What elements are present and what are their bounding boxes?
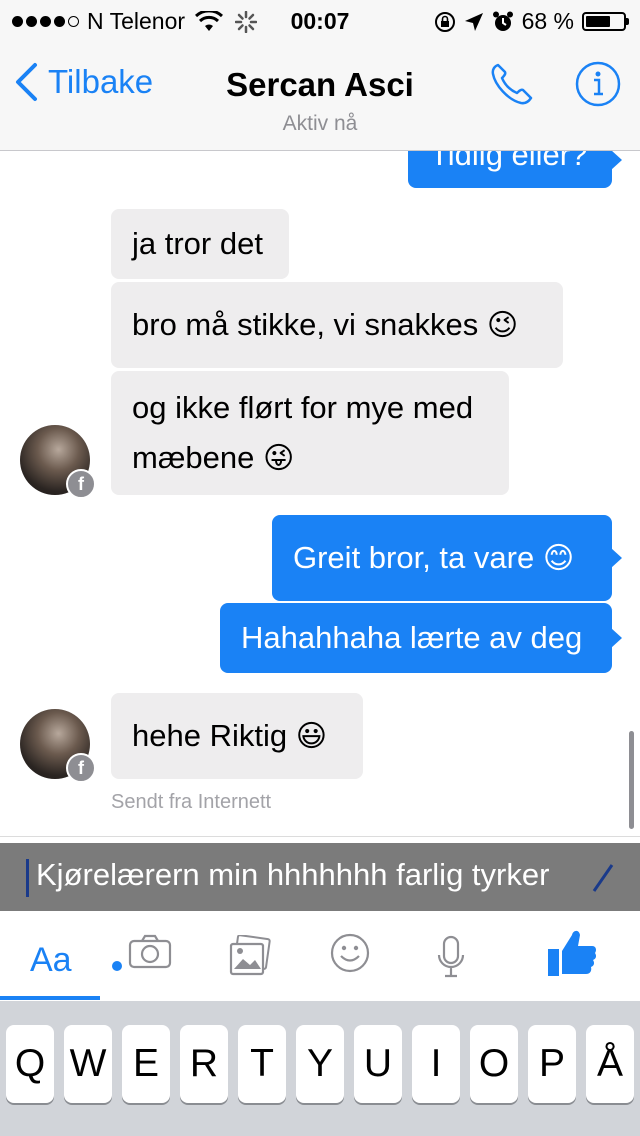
sent-from-note: Sendt fra Internett [111, 791, 272, 813]
key-e[interactable]: E [122, 1025, 170, 1103]
key-y[interactable]: Y [296, 1025, 344, 1103]
facebook-badge-icon: f [66, 753, 96, 783]
key-t[interactable]: T [238, 1025, 286, 1103]
camera-icon[interactable] [128, 933, 172, 969]
draft-text: Kjørelærern min hhhhhhh farlig tyrker [36, 857, 550, 892]
message-text: Hahahhaha lærte av deg [241, 620, 583, 655]
rotation-lock-icon [434, 11, 455, 32]
outgoing-message[interactable]: Hahahhaha lærte av deg [220, 603, 622, 673]
conversation-header: Tilbake Sercan Asci Aktiv nå [0, 40, 640, 151]
text-mode-button[interactable]: Aa [30, 941, 72, 980]
contact-name: Sercan Asci [226, 66, 414, 103]
phone-icon [491, 63, 533, 105]
battery-percent: 68 % [521, 8, 574, 34]
composer-toolbar: Aa [0, 911, 640, 1001]
message-text: hehe Riktig [132, 718, 288, 753]
active-status: Aktiv nå [282, 112, 358, 135]
wink-emoji: 😉 [486, 308, 519, 343]
incoming-message[interactable]: bro må stikke, vi snakkes 😉 [111, 282, 563, 368]
key-o[interactable]: O [470, 1025, 518, 1103]
key-aa-ring[interactable]: Å [586, 1025, 634, 1103]
status-bar: N Telenor 00:07 68 % [0, 0, 640, 40]
key-p[interactable]: P [528, 1025, 576, 1103]
thumbs-up-icon[interactable] [546, 927, 598, 979]
message-text: Greit bror, ta vare [293, 540, 535, 575]
smile-emoji: 😊 [542, 541, 575, 576]
contact-avatar[interactable]: f [20, 425, 96, 499]
incoming-message[interactable]: hehe Riktig 😃 [111, 693, 363, 779]
battery-fill [586, 16, 611, 27]
active-tab-indicator [0, 996, 100, 1000]
status-right: 68 % [434, 8, 629, 35]
incoming-message[interactable]: ja tror det [111, 209, 289, 279]
key-q[interactable]: Q [6, 1025, 54, 1103]
incoming-message[interactable]: og ikke flørt for mye med mæbene 😜 [111, 371, 509, 495]
facebook-badge-icon: f [66, 469, 96, 499]
new-indicator-dot [112, 961, 122, 971]
send-arrow-icon [592, 864, 614, 892]
tongue-wink-emoji: 😜 [262, 441, 295, 476]
message-text: Tidlig eller? [430, 151, 588, 172]
call-button[interactable] [488, 60, 536, 113]
outgoing-message[interactable]: Tidlig eller? [408, 151, 622, 188]
text-caret [26, 859, 29, 897]
message-text-line: mæbene [132, 440, 255, 475]
key-u[interactable]: U [354, 1025, 402, 1103]
keyboard: Q W E R T Y U I O P Å [0, 1001, 640, 1136]
microphone-icon[interactable] [436, 935, 466, 979]
contact-avatar[interactable]: f [20, 709, 96, 783]
key-i[interactable]: I [412, 1025, 460, 1103]
key-w[interactable]: W [64, 1025, 112, 1103]
message-list[interactable]: Tidlig eller? ja tror det bro må stikke,… [0, 151, 640, 835]
alarm-icon [492, 11, 513, 31]
key-r[interactable]: R [180, 1025, 228, 1103]
location-arrow-icon [464, 12, 483, 31]
info-icon [575, 61, 621, 107]
message-text: bro må stikke, vi snakkes [132, 307, 479, 342]
outgoing-message[interactable]: Greit bror, ta vare 😊 [272, 515, 622, 601]
grin-emoji: 😃 [295, 719, 327, 754]
message-text: ja tror det [132, 226, 263, 261]
message-text-line: og ikke flørt for mye med [132, 390, 474, 425]
battery-icon [582, 12, 629, 31]
info-button[interactable] [574, 60, 622, 113]
smiley-icon[interactable] [330, 933, 370, 973]
scrollbar[interactable] [629, 731, 634, 829]
photo-gallery-icon[interactable] [228, 935, 272, 977]
message-input[interactable]: Kjørelærern min hhhhhhh farlig tyrker [0, 843, 640, 911]
